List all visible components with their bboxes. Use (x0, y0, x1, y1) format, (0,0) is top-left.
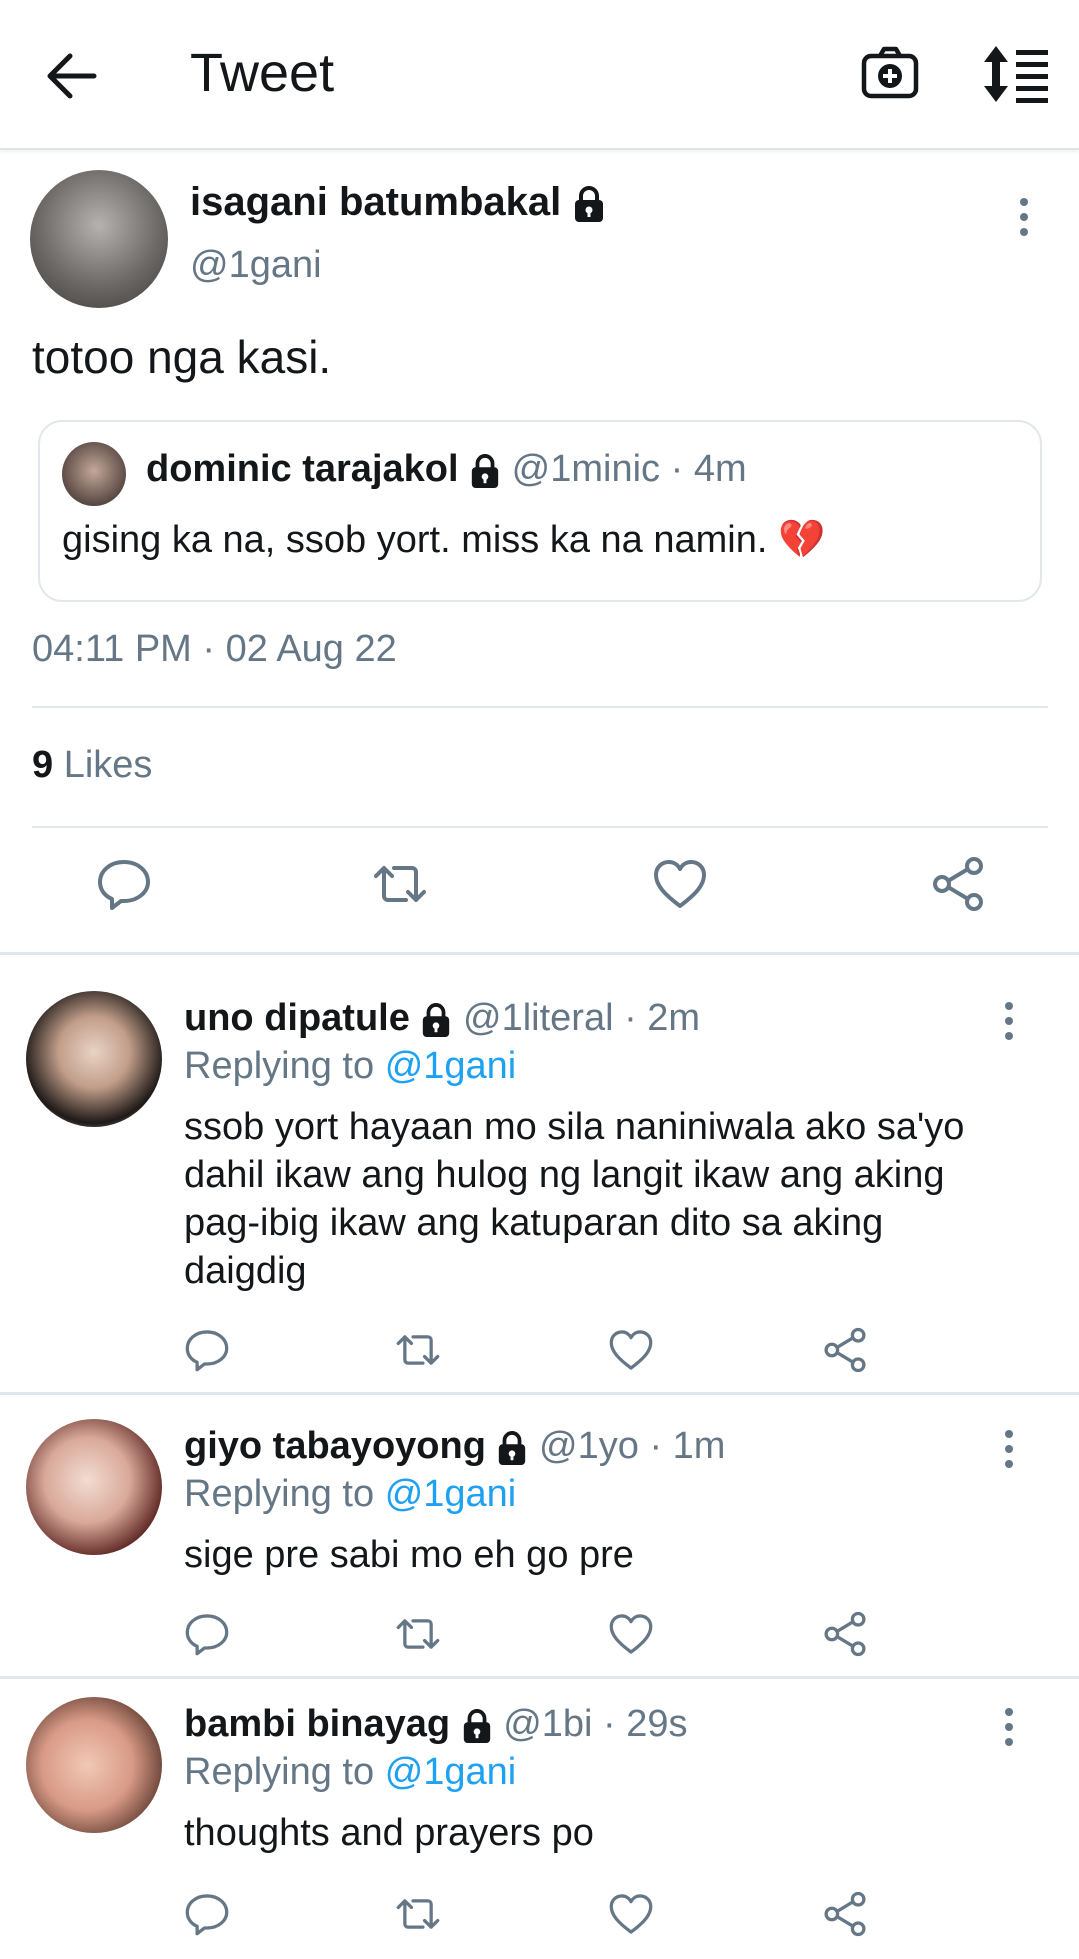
more-vertical-icon[interactable] (1012, 195, 1036, 239)
tweet-timestamp: 04:11 PM · 02 Aug 22 (32, 628, 397, 670)
reply-author-name[interactable]: giyo tabayoyong (184, 1425, 486, 1467)
share-icon[interactable] (822, 1891, 868, 1937)
divider (0, 1392, 1079, 1395)
reply-icon[interactable] (184, 1327, 230, 1373)
replying-prefix: Replying to (184, 1045, 375, 1087)
quote-author-name: dominic tarajakol (146, 448, 459, 490)
more-vertical-icon[interactable] (997, 1705, 1021, 1749)
reply-text-line: thoughts and prayers po (184, 1812, 594, 1854)
divider (0, 952, 1079, 955)
reply-icon[interactable] (184, 1891, 230, 1937)
reply-icon[interactable] (96, 856, 152, 912)
quote-avatar (62, 442, 126, 506)
reply-text: sige pre sabi mo eh go pre (184, 1531, 1024, 1579)
author-name[interactable]: isagani batumbakal (190, 180, 561, 224)
reply-author-handle: @1literal (463, 997, 614, 1039)
reply-text-line: dahil ikaw ang hulog ng langit ikaw ang … (184, 1154, 945, 1196)
retweet-icon[interactable] (372, 856, 428, 912)
lock-icon (469, 453, 501, 489)
likes-number: 9 (32, 744, 54, 786)
reply-time: · 29s (603, 1703, 688, 1745)
heart-icon[interactable] (608, 1891, 654, 1937)
replying-prefix: Replying to (184, 1751, 375, 1793)
likes-count[interactable]: 9 Likes (32, 744, 152, 787)
reply-text-line: pag-ibig ikaw ang katuparan dito sa akin… (184, 1202, 884, 1244)
quoted-tweet[interactable]: dominic tarajakol @1minic · 4m gising ka… (38, 420, 1042, 602)
heart-icon[interactable] (608, 1327, 654, 1373)
replying-to-link[interactable]: @1gani (385, 1751, 517, 1793)
likes-label: Likes (63, 744, 153, 786)
lock-icon (496, 1430, 528, 1466)
page-title: Tweet (190, 43, 335, 103)
reply-time: · 1m (649, 1425, 726, 1467)
lock-icon (572, 185, 606, 223)
more-vertical-icon[interactable] (997, 999, 1021, 1043)
share-icon[interactable] (822, 1327, 868, 1373)
reply-text: thoughts and prayers po (184, 1809, 1024, 1857)
reply-icon[interactable] (184, 1611, 230, 1657)
reply-author-name[interactable]: uno dipatule (184, 997, 410, 1039)
reply-text-line: daigdig (184, 1250, 307, 1292)
divider (0, 1676, 1079, 1679)
retweet-icon[interactable] (395, 1327, 441, 1373)
camera-plus-icon[interactable] (860, 44, 920, 104)
avatar[interactable] (26, 1419, 162, 1555)
reply-text-line: sige pre sabi mo eh go pre (184, 1534, 634, 1576)
retweet-icon[interactable] (395, 1891, 441, 1937)
quote-time: · 4m (670, 448, 747, 490)
share-icon[interactable] (930, 856, 986, 912)
author-handle[interactable]: @1gani (190, 244, 322, 287)
arrow-left-icon[interactable] (42, 48, 102, 104)
lock-icon (420, 1002, 452, 1038)
replying-prefix: Replying to (184, 1473, 375, 1515)
retweet-icon[interactable] (395, 1611, 441, 1657)
quote-author-handle: @1minic (511, 448, 661, 490)
more-vertical-icon[interactable] (997, 1427, 1021, 1471)
avatar[interactable] (26, 991, 162, 1127)
lock-icon (461, 1708, 493, 1744)
reply-time: · 2m (624, 997, 701, 1039)
replying-to: Replying to @1gani (184, 1045, 516, 1088)
sort-list-icon[interactable] (982, 44, 1050, 104)
top-app-bar: Tweet (0, 0, 1079, 150)
replying-to: Replying to @1gani (184, 1473, 516, 1516)
reply-text-line: ssob yort hayaan mo sila naniniwala ako … (184, 1106, 965, 1148)
divider (32, 706, 1048, 708)
share-icon[interactable] (822, 1611, 868, 1657)
replying-to-link[interactable]: @1gani (385, 1473, 517, 1515)
divider (32, 826, 1048, 828)
avatar[interactable] (30, 170, 168, 308)
replying-to-link[interactable]: @1gani (385, 1045, 517, 1087)
heart-icon[interactable] (608, 1611, 654, 1657)
reply-author-name[interactable]: bambi binayag (184, 1703, 450, 1745)
tweet-text: totoo nga kasi. (32, 331, 332, 383)
reply-text: ssob yort hayaan mo sila naniniwala ako … (184, 1103, 1024, 1295)
heart-icon[interactable] (652, 856, 708, 912)
reply-author-handle: @1yo (539, 1425, 639, 1467)
avatar[interactable] (26, 1697, 162, 1833)
reply-author-handle: @1bi (503, 1703, 593, 1745)
quote-text: gising ka na, ssob yort. miss ka na nami… (62, 519, 826, 561)
replying-to: Replying to @1gani (184, 1751, 516, 1794)
